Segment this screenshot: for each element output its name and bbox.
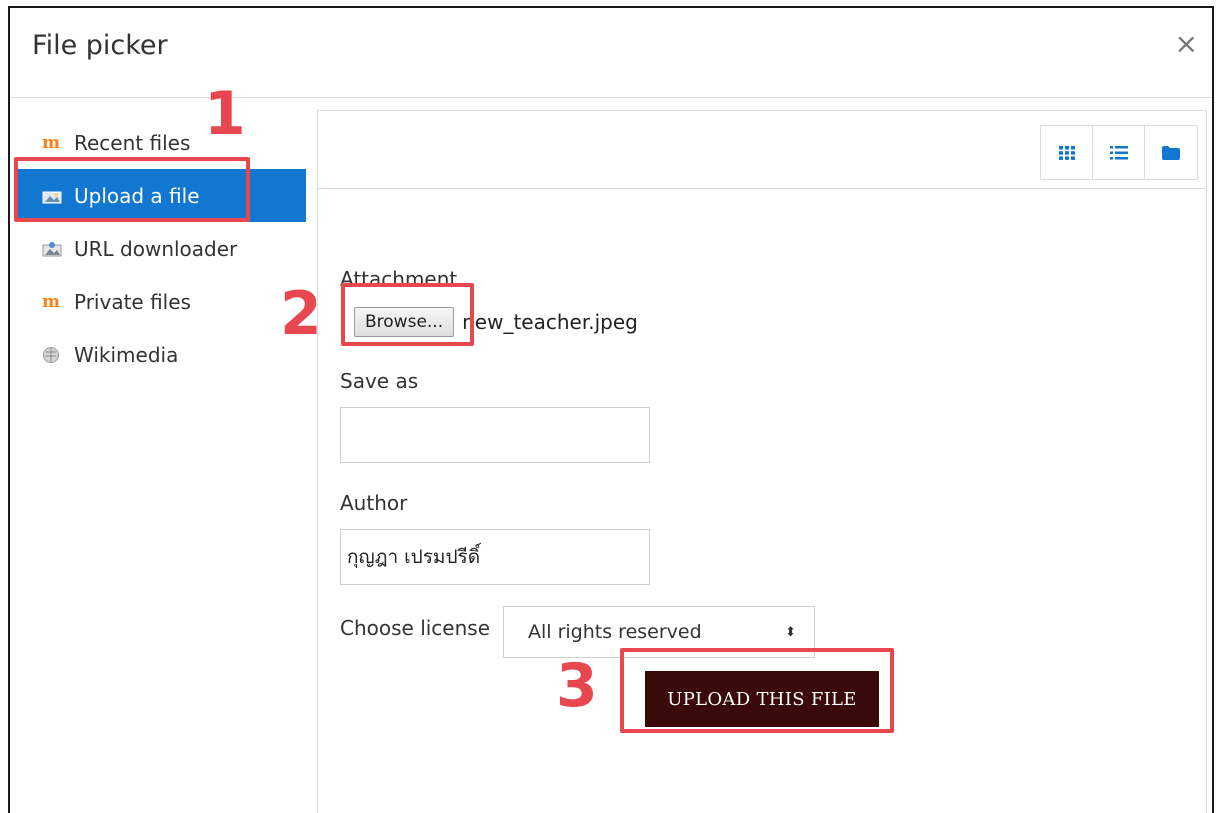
- file-picker-dialog: File picker × m Recent files Upload a fi…: [8, 6, 1214, 813]
- repository-sidebar: m Recent files Upload a file URL downloa…: [16, 116, 306, 381]
- step3-highlight: [620, 648, 894, 733]
- step2-highlight: [341, 283, 474, 346]
- sidebar-item-label: Private files: [74, 289, 191, 314]
- moodle-icon: m: [42, 291, 60, 312]
- step3-number: 3: [556, 651, 598, 721]
- sidebar-item-url-downloader[interactable]: URL downloader: [16, 222, 306, 275]
- selected-filename: new_teacher.jpeg: [462, 310, 638, 334]
- step2-number: 2: [280, 279, 322, 349]
- sidebar-item-label: Recent files: [74, 130, 191, 155]
- dialog-header: File picker ×: [10, 8, 1212, 98]
- sidebar-item-label: URL downloader: [74, 236, 238, 261]
- url-download-icon: [42, 241, 68, 257]
- sidebar-item-private-files[interactable]: m Private files: [16, 275, 306, 328]
- view-switcher: [1040, 125, 1198, 180]
- view-toolbar: [318, 111, 1206, 189]
- moodle-icon: m: [42, 132, 60, 153]
- save-as-input[interactable]: [340, 407, 650, 463]
- save-as-label: Save as: [340, 369, 419, 393]
- license-selected-value: All rights reserved: [528, 621, 702, 643]
- dialog-title: File picker: [32, 30, 168, 61]
- sidebar-item-label: Wikimedia: [74, 342, 179, 367]
- folder-view-icon[interactable]: [1145, 126, 1197, 179]
- select-arrows-icon: ⬍: [785, 624, 796, 640]
- author-input[interactable]: [340, 529, 650, 585]
- sidebar-item-wikimedia[interactable]: Wikimedia: [16, 328, 306, 381]
- wikimedia-icon: [42, 346, 68, 364]
- license-label: Choose license: [340, 616, 491, 640]
- close-icon[interactable]: ×: [1175, 30, 1198, 58]
- step1-number: 1: [204, 79, 246, 149]
- list-view-icon[interactable]: [1093, 126, 1145, 179]
- step1-highlight: [14, 157, 250, 222]
- grid-view-icon[interactable]: [1041, 126, 1093, 179]
- author-label: Author: [340, 491, 408, 515]
